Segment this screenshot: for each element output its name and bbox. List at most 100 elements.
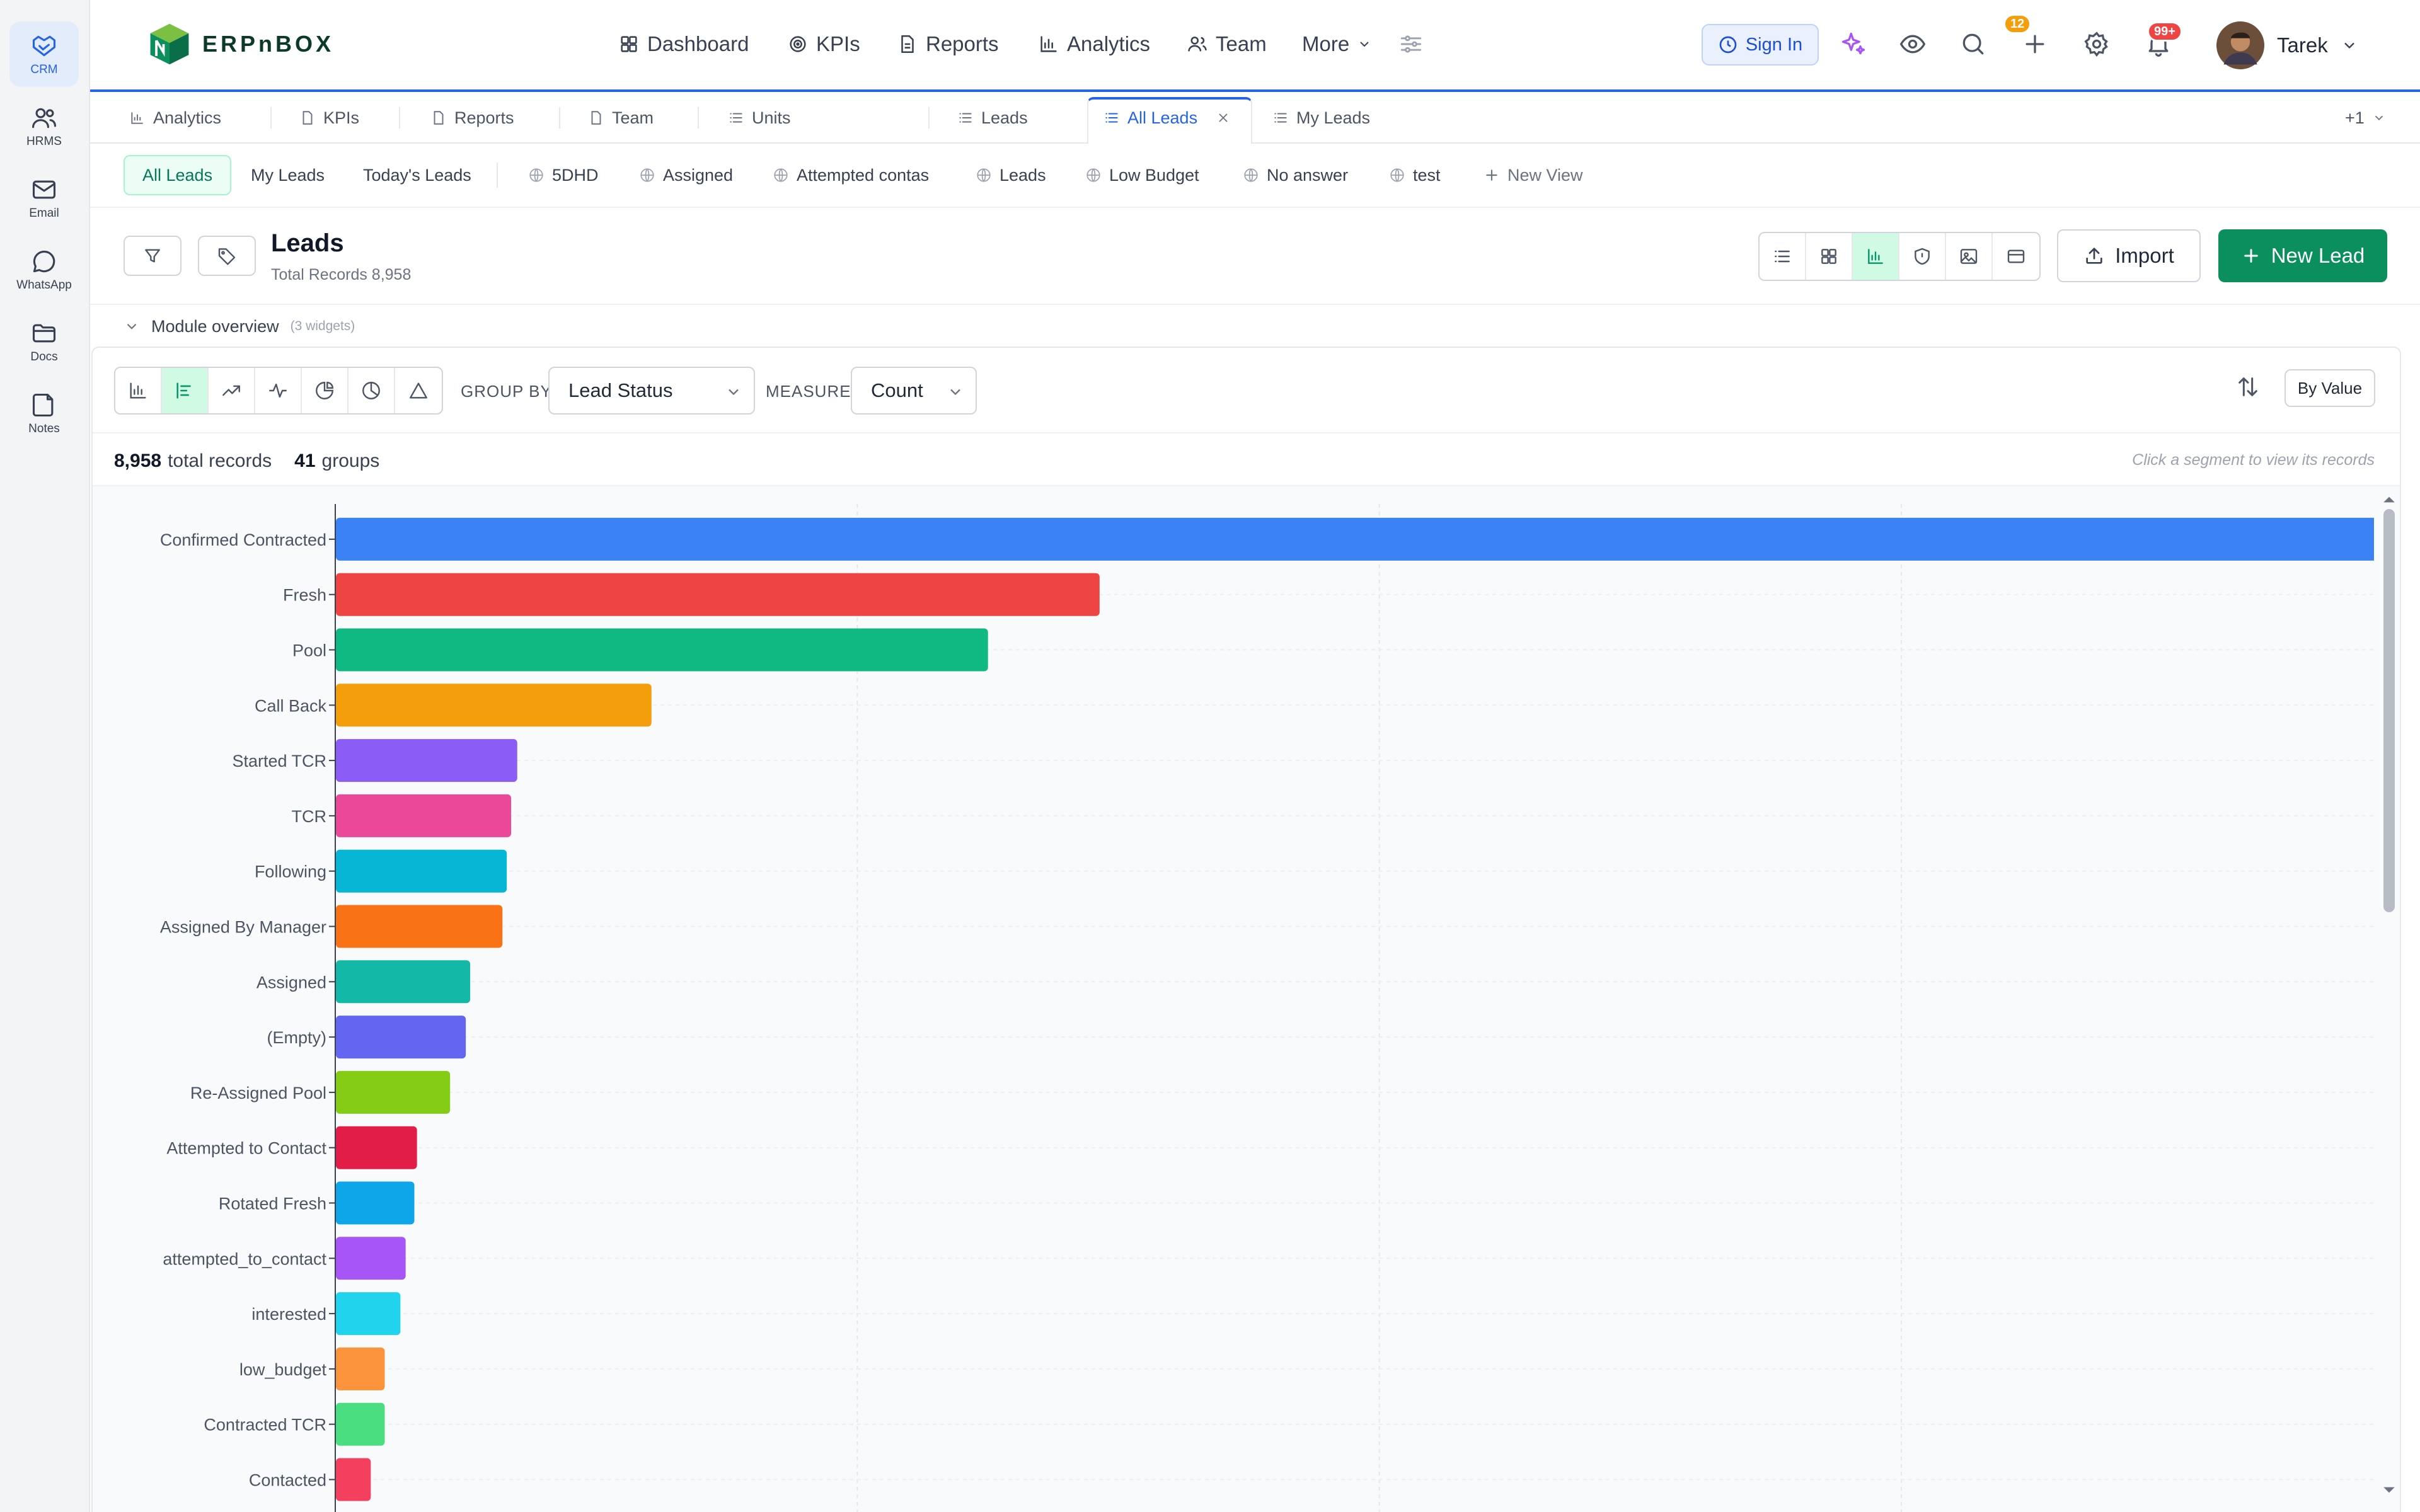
nav-kpis[interactable]: KPIs xyxy=(787,28,860,60)
bar-empty[interactable] xyxy=(336,1016,466,1059)
rail-item-docs[interactable]: Docs xyxy=(9,309,79,374)
bar-started-tcr[interactable] xyxy=(336,739,517,782)
view-no-answer[interactable]: No answer xyxy=(1225,155,1366,195)
nav-dashboard[interactable]: Dashboard xyxy=(618,28,749,60)
group-by-value: Lead Status xyxy=(568,379,673,401)
view-my-leads[interactable]: My Leads xyxy=(233,155,342,195)
view-assigned[interactable]: Assigned xyxy=(621,155,751,195)
user-menu[interactable]: Tarek xyxy=(2216,20,2358,71)
chart-type-funnel[interactable] xyxy=(395,368,442,413)
bar-contacted[interactable] xyxy=(336,1458,371,1501)
sort-by-value-button[interactable]: By Value xyxy=(2285,369,2375,407)
close-icon[interactable] xyxy=(1216,111,1230,125)
customize-nav-icon[interactable] xyxy=(1395,28,1427,60)
y-tick-label: Confirmed Contracted xyxy=(160,530,326,549)
nav-team[interactable]: Team xyxy=(1187,28,1267,60)
tab-all-leads[interactable]: All Leads xyxy=(1103,92,1230,144)
bar-re-assigned-pool[interactable] xyxy=(336,1070,451,1114)
chart-view-button[interactable] xyxy=(1853,233,1899,280)
view-attempted-contas[interactable]: Attempted contas xyxy=(755,155,947,195)
rail-item-email[interactable]: Email xyxy=(9,165,79,231)
view-label: Assigned xyxy=(663,165,734,185)
tag-button[interactable] xyxy=(198,236,256,276)
sort-direction-button[interactable] xyxy=(2235,374,2266,404)
watch-eye-icon[interactable] xyxy=(1896,28,1929,60)
bar-chart-icon xyxy=(1868,249,1883,264)
tab-label: Analytics xyxy=(153,108,222,127)
grid-view-button[interactable] xyxy=(1806,233,1853,280)
measure-select[interactable]: Count xyxy=(851,367,977,415)
document-icon xyxy=(591,111,601,125)
gear-icon[interactable] xyxy=(2080,28,2113,60)
gallery-view-button[interactable] xyxy=(1946,233,1993,280)
bar-assigned-by-manager[interactable] xyxy=(336,905,503,948)
bar-attempted-to-contact[interactable] xyxy=(336,1126,417,1169)
scroll-up-arrow-icon[interactable] xyxy=(2382,493,2396,507)
bar-confirmed-contracted[interactable] xyxy=(336,517,2374,561)
bar-assigned[interactable] xyxy=(336,960,471,1004)
search-icon[interactable] xyxy=(1957,28,1990,60)
tab-team[interactable]: Team xyxy=(588,92,654,144)
rail-item-notes[interactable]: Notes xyxy=(9,381,79,446)
chart-type-area[interactable] xyxy=(255,368,302,413)
bar-pool[interactable] xyxy=(336,628,988,672)
bar-following[interactable] xyxy=(336,849,507,893)
nav-reports[interactable]: Reports xyxy=(897,28,999,60)
view-5dhd[interactable]: 5DHD xyxy=(510,155,616,195)
bar-tcr[interactable] xyxy=(336,794,512,837)
bar-chart-icon xyxy=(1040,36,1057,52)
import-button[interactable]: Import xyxy=(2057,229,2201,282)
module-overview-toggle[interactable]: Module overview (3 widgets) xyxy=(124,312,355,340)
rail-item-crm[interactable]: CRM xyxy=(9,21,79,87)
list-view-button[interactable] xyxy=(1760,233,1806,280)
logo[interactable]: ERPnBOX xyxy=(146,19,334,69)
nav-more[interactable]: More xyxy=(1302,28,1372,60)
chart-type-bar[interactable] xyxy=(162,368,209,413)
nav-analytics[interactable]: Analytics xyxy=(1038,28,1150,60)
shield-view-button[interactable] xyxy=(1899,233,1946,280)
filter-button[interactable] xyxy=(124,236,182,276)
plus-icon[interactable] xyxy=(2019,28,2051,60)
bar-contracted-tcr[interactable] xyxy=(336,1402,385,1446)
chart-type-pie[interactable] xyxy=(302,368,349,413)
rail-item-hrms[interactable]: HRMS xyxy=(9,93,79,159)
sign-in-button[interactable]: Sign In xyxy=(1702,24,1819,66)
chart-type-donut[interactable] xyxy=(349,368,395,413)
globe-icon xyxy=(1390,168,1404,182)
bar-rotated-fresh[interactable] xyxy=(336,1181,415,1225)
view-test[interactable]: test xyxy=(1371,155,1458,195)
scrollbar-thumb[interactable] xyxy=(2383,509,2395,912)
tab-my-leads[interactable]: My Leads xyxy=(1272,92,1370,144)
tab-reports[interactable]: Reports xyxy=(430,92,514,144)
tab-analytics[interactable]: Analytics xyxy=(129,92,221,144)
ai-sparkle-icon[interactable] xyxy=(1837,28,1870,60)
view-leads[interactable]: Leads xyxy=(958,155,1064,195)
users-icon xyxy=(32,108,56,129)
view-low-budget[interactable]: Low Budget xyxy=(1068,155,1217,195)
bar-call-back[interactable] xyxy=(336,684,652,727)
bar-attempted-to-contact[interactable] xyxy=(336,1237,406,1280)
new-view-button[interactable]: New View xyxy=(1466,155,1601,195)
scroll-down-arrow-icon[interactable] xyxy=(2382,1483,2396,1497)
tab-leads[interactable]: Leads xyxy=(957,92,1028,144)
y-tick-label: Contacted xyxy=(249,1471,326,1490)
chart-type-line[interactable] xyxy=(209,368,255,413)
view-todays-leads[interactable]: Today's Leads xyxy=(345,155,489,195)
bar-fresh[interactable] xyxy=(336,573,1100,616)
chart-type-column[interactable] xyxy=(115,368,162,413)
card-view-button[interactable] xyxy=(1993,233,2039,280)
view-all-leads[interactable]: All Leads xyxy=(124,155,232,195)
y-tick-label: Assigned xyxy=(256,973,326,992)
tab-kpis[interactable]: KPIs xyxy=(299,92,359,144)
new-lead-button[interactable]: New Lead xyxy=(2218,229,2387,282)
tab-units[interactable]: Units xyxy=(728,92,791,144)
bar-interested[interactable] xyxy=(336,1292,401,1336)
bar-low-budget[interactable] xyxy=(336,1347,385,1390)
chart-area: Confirmed Contracted Fresh Pool Call Back St… xyxy=(93,485,2400,1512)
list-icon xyxy=(730,113,742,123)
tab-overflow-button[interactable]: +1 xyxy=(2345,92,2386,144)
tab-divider xyxy=(928,107,930,129)
group-by-select[interactable]: Lead Status xyxy=(548,367,755,415)
chart-scrollbar[interactable] xyxy=(2382,493,2396,1494)
rail-item-whatsapp[interactable]: WhatsApp xyxy=(9,237,79,302)
